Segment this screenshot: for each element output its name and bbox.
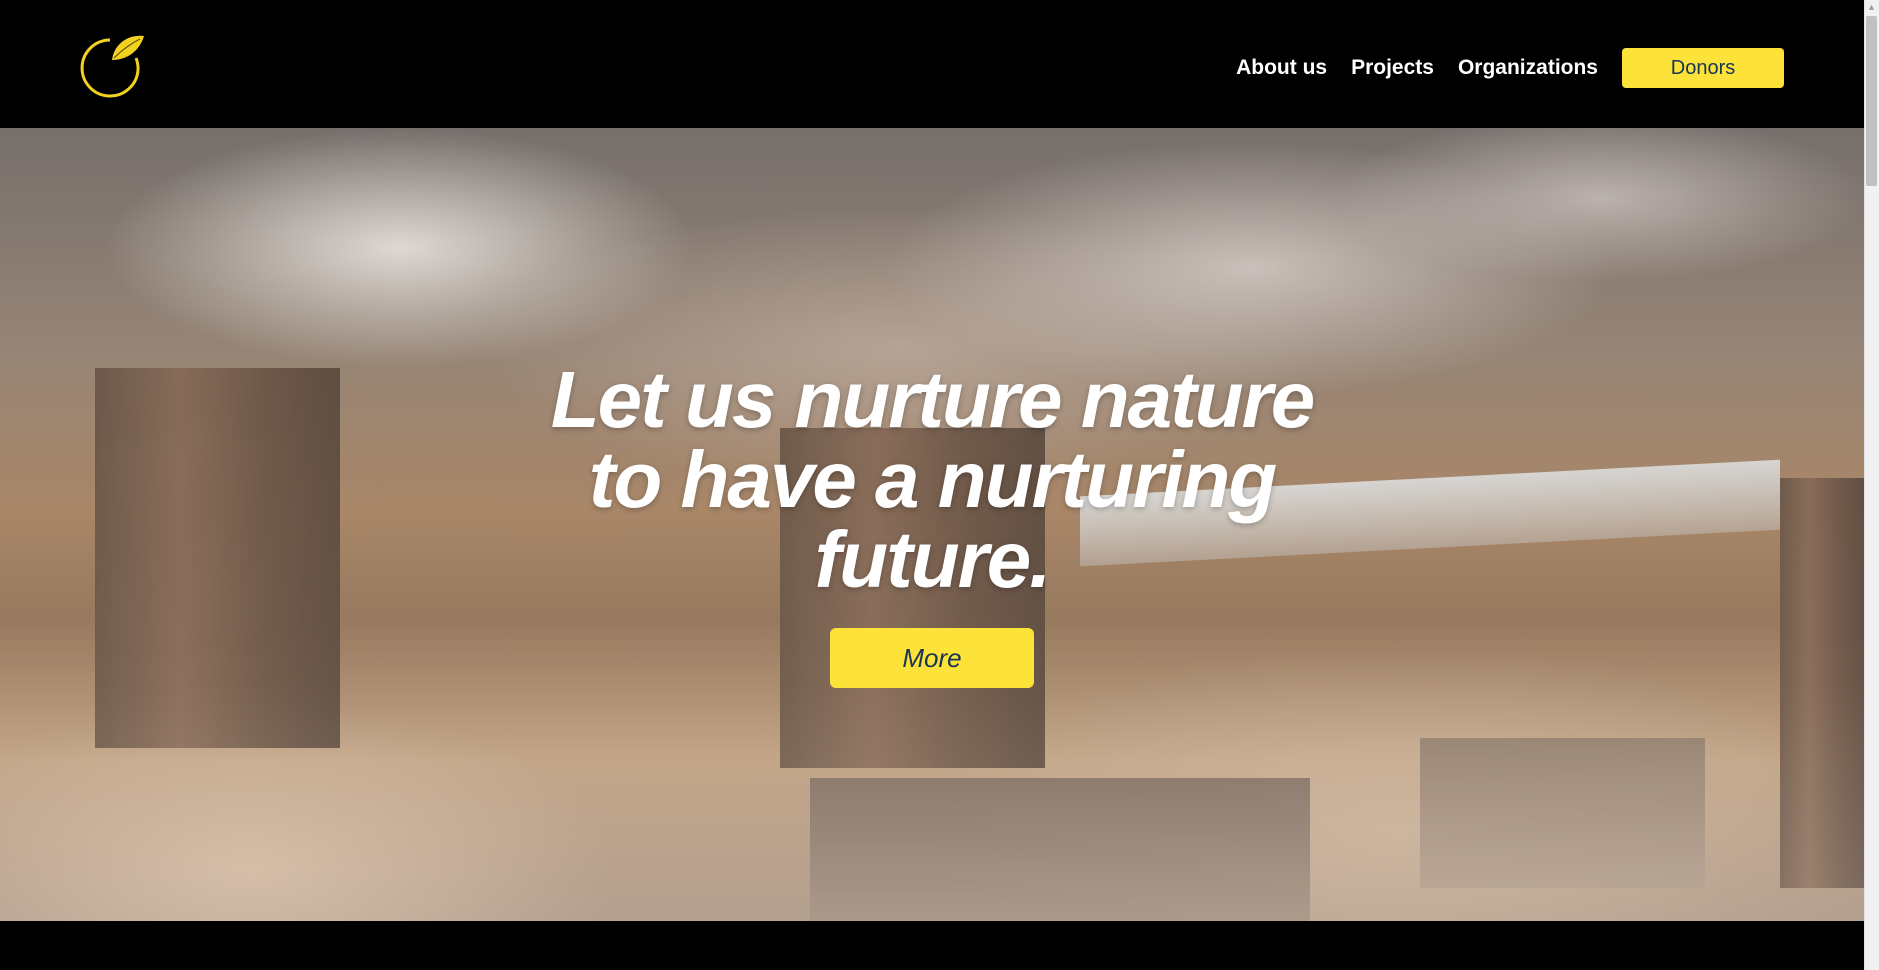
site-header: About us Projects Organizations Donors xyxy=(0,0,1864,128)
hero-section: Let us nurture nature to have a nurturin… xyxy=(0,128,1864,921)
page: About us Projects Organizations Donors L… xyxy=(0,0,1879,970)
nav-projects-link[interactable]: Projects xyxy=(1351,56,1434,80)
more-button[interactable]: More xyxy=(830,628,1034,688)
main-nav: About us Projects Organizations Donors xyxy=(1212,0,1864,136)
donors-button[interactable]: Donors xyxy=(1622,48,1784,88)
scrollbar-thumb[interactable] xyxy=(1866,16,1877,186)
nav-about-us-link[interactable]: About us xyxy=(1236,56,1327,80)
vertical-scrollbar[interactable]: ▲ xyxy=(1864,0,1879,970)
logo-leaf-circle-icon[interactable] xyxy=(80,30,148,104)
scroll-up-arrow-icon[interactable]: ▲ xyxy=(1864,0,1879,14)
hero-title-line: future. xyxy=(814,515,1052,604)
hero-title-line: to have a nurturing xyxy=(588,435,1277,524)
hero-content: Let us nurture nature to have a nurturin… xyxy=(0,360,1864,688)
nav-organizations-link[interactable]: Organizations xyxy=(1458,56,1598,80)
hero-title-line: Let us nurture nature xyxy=(550,355,1316,444)
logo-svg xyxy=(80,35,144,98)
hero-title: Let us nurture nature to have a nurturin… xyxy=(482,360,1382,600)
